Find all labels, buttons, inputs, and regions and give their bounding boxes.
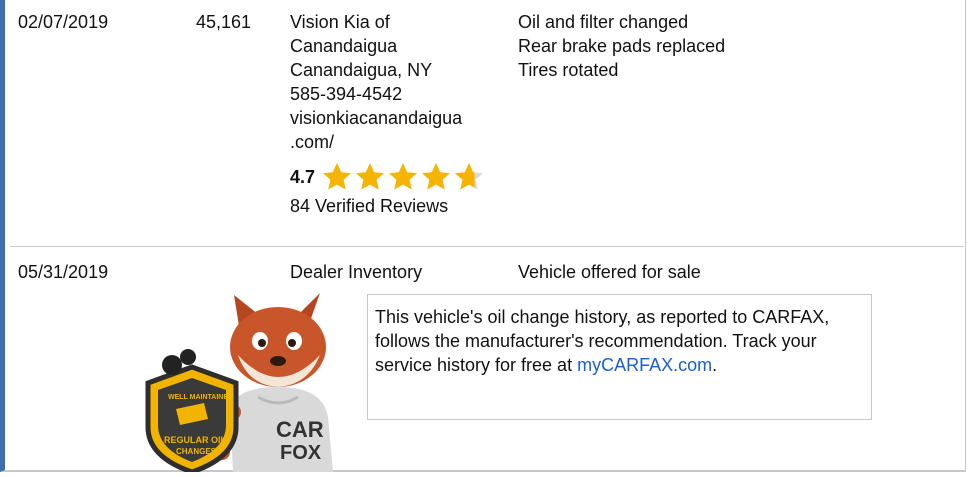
star-icon bbox=[455, 163, 484, 190]
detail-item: Rear brake pads replaced bbox=[518, 36, 726, 56]
source-line: 585-394-4542 bbox=[290, 84, 403, 104]
record-date: 02/07/2019 bbox=[18, 12, 109, 32]
shirt-text-car: CAR bbox=[276, 417, 324, 442]
source-line: Canandaigua bbox=[290, 36, 398, 56]
oil-change-callout: This vehicle's oil change history, as re… bbox=[367, 294, 872, 420]
mycarfax-link[interactable]: myCARFAX.com bbox=[577, 355, 712, 375]
source-line: Vision Kia of bbox=[290, 12, 390, 32]
detail-item: Vehicle offered for sale bbox=[518, 262, 701, 282]
service-history-table: 02/07/2019 45,161 Vision Kia of Canandai… bbox=[0, 0, 966, 475]
odometer-reading: 45,161 bbox=[196, 12, 252, 32]
history-row: 02/07/2019 45,161 Vision Kia of Canandai… bbox=[10, 0, 964, 247]
record-source: Vision Kia of Canandaigua Canandaigua, N… bbox=[290, 10, 515, 218]
rating-value: 4.7 bbox=[290, 167, 316, 187]
dealer-website-link[interactable]: visionkiacanandaigua bbox=[290, 106, 515, 130]
star-icon bbox=[422, 163, 451, 190]
carfox-mascot-illustration: CAR FOX WELL MAINTAINED REGULAR OIL CHAN… bbox=[138, 287, 398, 475]
record-date: 05/31/2019 bbox=[18, 262, 109, 282]
record-source: Dealer Inventory bbox=[290, 260, 515, 284]
record-details: Oil and filter changed Rear brake pads r… bbox=[518, 10, 958, 82]
rating-stars bbox=[321, 161, 486, 193]
history-row: 05/31/2019 Dealer Inventory Vehicle offe… bbox=[10, 247, 964, 475]
badge-text-middle: REGULAR OIL bbox=[164, 435, 227, 445]
badge-text-top: WELL MAINTAINED bbox=[168, 394, 233, 401]
carfox-mascot-icon: CAR FOX WELL MAINTAINED REGULAR OIL CHAN… bbox=[145, 293, 333, 475]
detail-item: Oil and filter changed bbox=[518, 12, 689, 32]
star-icon bbox=[323, 163, 352, 190]
star-icon bbox=[356, 163, 385, 190]
star-icon bbox=[389, 163, 418, 190]
record-details: Vehicle offered for sale bbox=[518, 260, 958, 284]
source-line: Canandaigua, NY bbox=[290, 60, 433, 80]
callout-suffix: . bbox=[712, 355, 718, 375]
shirt-text-fox: FOX bbox=[280, 442, 322, 464]
dealer-website-link[interactable]: .com/ bbox=[290, 130, 515, 154]
reviews-link[interactable]: 84 Verified Reviews bbox=[290, 194, 515, 218]
dealer-rating[interactable]: 4.7 bbox=[290, 160, 515, 194]
detail-item: Tires rotated bbox=[518, 60, 619, 80]
badge-text-bottom: CHANGES bbox=[176, 447, 217, 456]
source-line: Dealer Inventory bbox=[290, 262, 423, 282]
